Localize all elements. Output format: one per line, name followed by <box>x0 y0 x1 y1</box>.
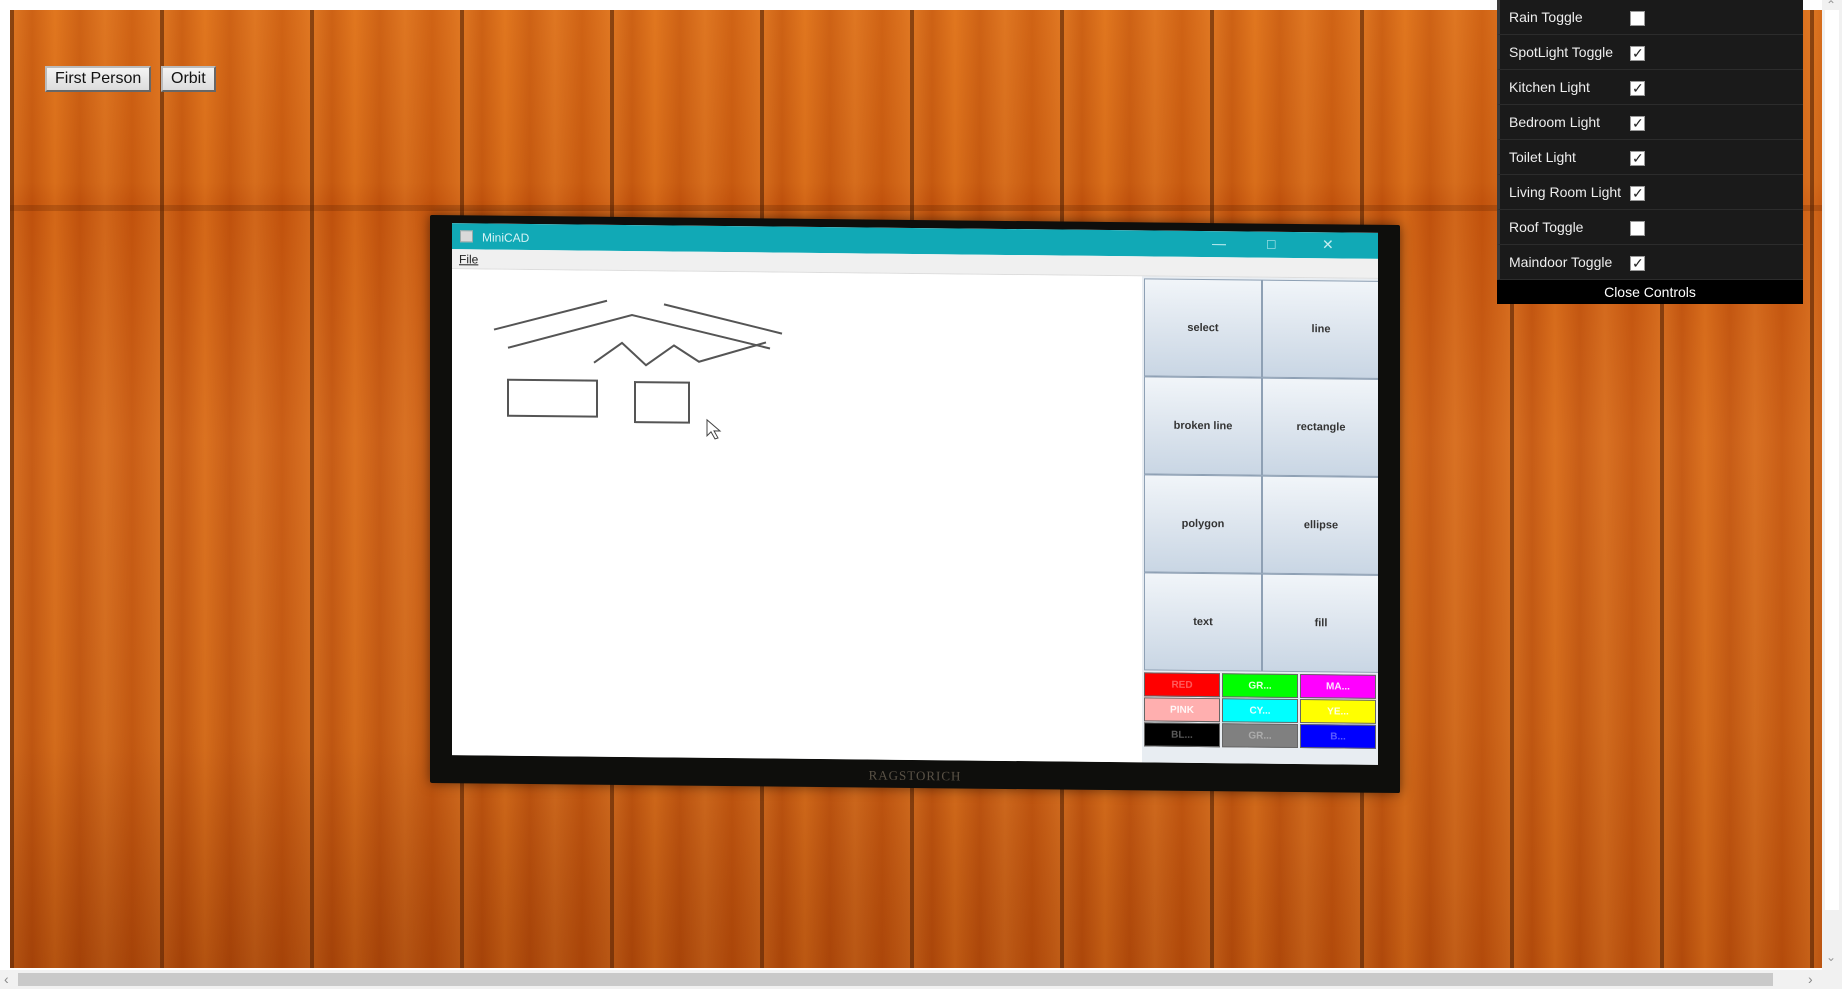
minimize-icon[interactable]: — <box>1212 235 1226 251</box>
tool-broken-line-button[interactable]: broken line <box>1144 376 1262 476</box>
close-controls-button[interactable]: Close Controls <box>1497 280 1803 304</box>
color-black-swatch[interactable]: BL... <box>1144 722 1220 748</box>
first-person-button[interactable]: First Person <box>45 66 152 92</box>
tool-line-button[interactable]: line <box>1262 279 1378 379</box>
checkmark-icon: ✓ <box>1632 80 1644 96</box>
tool-rectangle-button[interactable]: rectangle <box>1262 377 1378 477</box>
control-kitchen-light: Kitchen Light ✓ <box>1497 70 1803 105</box>
tool-ellipse-button[interactable]: ellipse <box>1262 475 1378 575</box>
control-label: Toilet Light <box>1509 149 1576 165</box>
scroll-right-icon[interactable]: › <box>1808 971 1813 987</box>
control-label: Rain Toggle <box>1509 9 1583 25</box>
maindoor-toggle-checkbox[interactable]: ✓ <box>1630 255 1645 271</box>
control-rain-toggle: Rain Toggle <box>1497 0 1803 35</box>
rain-toggle-checkbox[interactable] <box>1630 11 1645 26</box>
control-roof-toggle: Roof Toggle <box>1497 210 1803 245</box>
tool-fill-button[interactable]: fill <box>1262 573 1378 673</box>
control-toilet-light: Toilet Light ✓ <box>1497 140 1803 175</box>
scroll-down-icon[interactable]: ⌄ <box>1826 950 1836 964</box>
tool-panel: select line broken line rectangle polygo… <box>1142 276 1378 765</box>
control-maindoor-toggle: Maindoor Toggle ✓ <box>1497 245 1803 280</box>
color-magenta-swatch[interactable]: MA... <box>1300 674 1376 699</box>
vertical-scrollbar[interactable]: ⌃ ⌄ <box>1822 0 1842 970</box>
tool-text-button[interactable]: text <box>1144 572 1262 672</box>
color-cyan-swatch[interactable]: CY... <box>1222 698 1298 724</box>
spotlight-toggle-checkbox[interactable]: ✓ <box>1630 45 1645 61</box>
tool-select-button[interactable]: select <box>1144 278 1262 378</box>
color-blue-swatch[interactable]: B... <box>1300 724 1376 749</box>
control-living-room-light: Living Room Light ✓ <box>1497 175 1803 210</box>
horizontal-scroll-thumb[interactable] <box>18 973 1773 986</box>
control-bedroom-light: Bedroom Light ✓ <box>1497 105 1803 140</box>
monitor: MiniCAD — □ ✕ File select line broken li… <box>430 214 1400 794</box>
control-label: Maindoor Toggle <box>1509 254 1613 270</box>
menu-file[interactable]: File <box>459 252 478 266</box>
control-label: Bedroom Light <box>1509 114 1601 130</box>
orbit-button[interactable]: Orbit <box>161 66 216 92</box>
checkmark-icon: ✓ <box>1632 45 1644 61</box>
color-red-swatch[interactable]: RED <box>1144 672 1220 698</box>
checkmark-icon: ✓ <box>1632 115 1644 131</box>
color-gray-swatch[interactable]: GR... <box>1222 723 1298 749</box>
color-yellow-swatch[interactable]: YE... <box>1300 699 1376 724</box>
mouse-cursor-icon <box>706 418 722 440</box>
control-spotlight-toggle: SpotLight Toggle ✓ <box>1497 35 1803 70</box>
scroll-left-icon[interactable]: ‹ <box>4 971 9 987</box>
living-room-light-checkbox[interactable]: ✓ <box>1630 185 1645 201</box>
checkmark-icon: ✓ <box>1632 255 1644 271</box>
kitchen-light-checkbox[interactable]: ✓ <box>1630 80 1645 96</box>
maximize-icon[interactable]: □ <box>1267 236 1275 252</box>
drawing-shapes <box>493 299 783 440</box>
window-title: MiniCAD <box>482 230 530 245</box>
close-icon[interactable]: ✕ <box>1322 236 1334 253</box>
color-pink-swatch[interactable]: PINK <box>1144 697 1220 723</box>
vertical-scroll-thumb[interactable] <box>1825 10 1839 910</box>
control-label: SpotLight Toggle <box>1509 44 1614 60</box>
checkmark-icon: ✓ <box>1632 185 1644 201</box>
control-label: Roof Toggle <box>1509 219 1584 235</box>
tool-polygon-button[interactable]: polygon <box>1144 474 1262 574</box>
monitor-screen: MiniCAD — □ ✕ File select line broken li… <box>452 223 1378 765</box>
roof-toggle-checkbox[interactable] <box>1630 221 1645 236</box>
checkmark-icon: ✓ <box>1632 150 1644 166</box>
bedroom-light-checkbox[interactable]: ✓ <box>1630 115 1645 131</box>
app-icon <box>460 230 473 243</box>
controls-panel: Rain Toggle SpotLight Toggle ✓ Kitchen L… <box>1497 0 1803 304</box>
toilet-light-checkbox[interactable]: ✓ <box>1630 150 1645 166</box>
control-label: Living Room Light <box>1509 184 1622 200</box>
horizontal-scrollbar[interactable]: ‹ › <box>0 970 1842 989</box>
color-green-swatch[interactable]: GR... <box>1222 673 1298 699</box>
drawing-canvas[interactable] <box>452 269 1142 763</box>
control-label: Kitchen Light <box>1509 79 1590 95</box>
